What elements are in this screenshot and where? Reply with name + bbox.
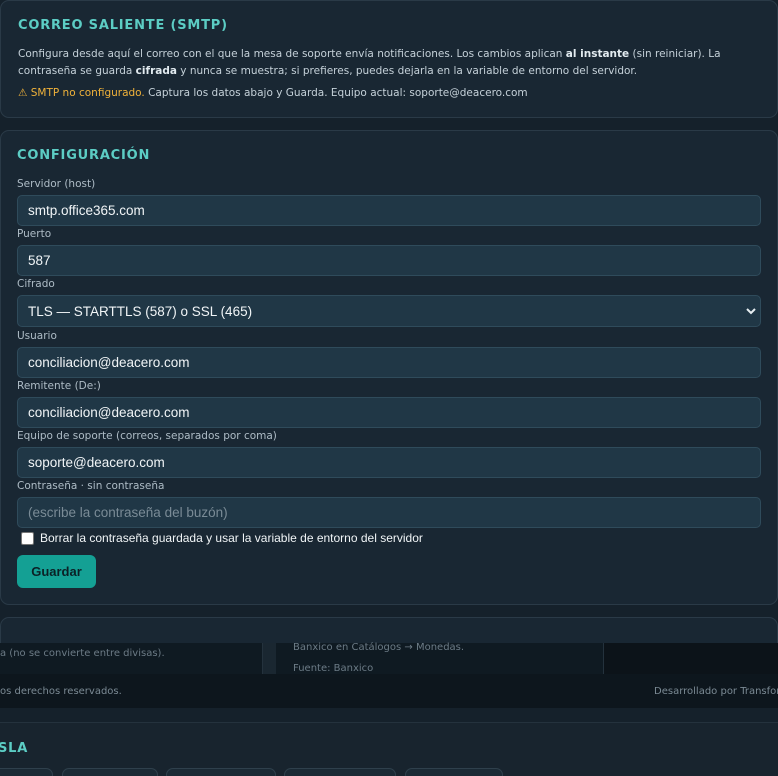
desc-part1: Configura desde aquí el correo con el qu…	[18, 48, 566, 60]
clear-password-checkbox[interactable]	[21, 531, 34, 545]
background-panel	[603, 643, 778, 674]
warning-text: Captura los datos abajo y Guarda. Equipo…	[144, 87, 528, 99]
from-input[interactable]	[17, 397, 761, 428]
smtp-status-warning: ⚠ SMTP no configurado. Captura los datos…	[18, 87, 528, 99]
warning-flag: ⚠ SMTP no configurado.	[18, 87, 145, 99]
sla-tab[interactable]	[284, 768, 396, 776]
user-input[interactable]	[17, 347, 761, 378]
support-team-input[interactable]	[17, 447, 761, 478]
desc-bold1: al instante	[565, 48, 630, 60]
smtp-info-card: CORREO SALIENTE (SMTP) Configura desde a…	[0, 0, 778, 118]
clear-password-option[interactable]: Borrar la contraseña guardada y usar la …	[21, 531, 423, 545]
smtp-description: Configura desde aquí el correo con el qu…	[18, 46, 770, 80]
desc-part3: y nunca se muestra; si prefieres, puedes…	[176, 65, 638, 77]
background-divider	[262, 643, 276, 674]
sla-tab[interactable]	[62, 768, 158, 776]
background-catalog-note: Banxico en Catálogos → Monedas.	[293, 642, 465, 653]
desc-bold2: cifrada	[135, 65, 177, 77]
background-note: a (no se convierte entre divisas).	[0, 648, 165, 659]
password-label: Contraseña · sin contraseña	[17, 480, 165, 492]
footer-credits: Desarrollado por Transfor	[654, 686, 778, 697]
clear-password-label: Borrar la contraseña guardada y usar la …	[40, 531, 423, 545]
sla-tab[interactable]	[166, 768, 276, 776]
cipher-label: Cifrado	[17, 278, 55, 290]
smtp-section-title: CORREO SALIENTE (SMTP)	[18, 18, 228, 33]
save-button[interactable]: Guardar	[17, 555, 96, 588]
user-label: Usuario	[17, 330, 57, 342]
config-section-title: CONFIGURACIÓN	[17, 148, 151, 163]
port-label: Puerto	[17, 228, 52, 240]
footer-copyright: os derechos reservados.	[0, 686, 122, 697]
support-team-label: Equipo de soporte (correos, separados po…	[17, 430, 277, 442]
password-input[interactable]	[17, 497, 761, 528]
host-input[interactable]	[17, 195, 761, 226]
port-input[interactable]	[17, 245, 761, 276]
background-source-note: Fuente: Banxico	[293, 663, 374, 674]
sla-tab[interactable]	[405, 768, 503, 776]
sla-tab[interactable]	[0, 768, 53, 776]
cipher-select[interactable]: TLS — STARTTLS (587) o SSL (465)	[17, 295, 761, 327]
host-label: Servidor (host)	[17, 178, 96, 190]
from-label: Remitente (De:)	[17, 380, 101, 392]
sla-section-title: SLA	[0, 741, 29, 756]
